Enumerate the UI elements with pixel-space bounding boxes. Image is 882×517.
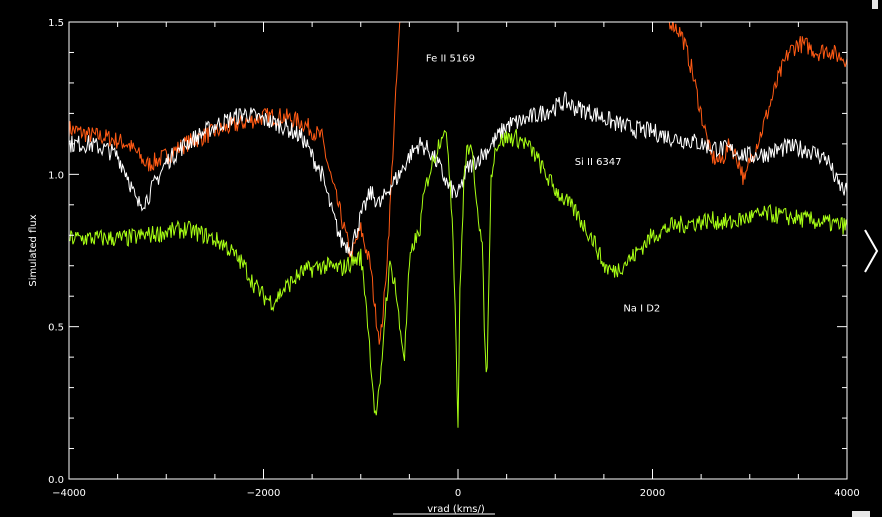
horizontal-scrollbar-thumb[interactable] (852, 511, 870, 517)
scrollbar-thumb[interactable] (872, 0, 878, 9)
spectral-line-chart: −4000 −2000 0 2000 4000 0.0 0.5 1.0 1.5 Simulate… (0, 0, 882, 517)
x-tick-label: −2000 (247, 488, 281, 499)
series-annotation-2: Na I D2 (623, 303, 660, 314)
series-annotation-1: Si II 6347 (575, 157, 622, 168)
chart-background (0, 0, 882, 517)
series-annotation-0: Fe II 5169 (426, 54, 475, 65)
x-tick-label: 0 (455, 488, 461, 499)
y-tick-label: 0.0 (48, 475, 64, 486)
next-arrow-icon[interactable] (862, 226, 880, 276)
x-tick-label: −4000 (52, 488, 86, 499)
x-tick-label: 4000 (834, 488, 859, 499)
y-tick-label: 1.5 (48, 18, 64, 29)
y-axis-label: Simulated flux (28, 214, 39, 286)
y-tick-label: 1.0 (48, 170, 64, 181)
x-axis-label: vrad (kms/) (427, 504, 485, 515)
x-tick-label: 2000 (640, 488, 665, 499)
y-tick-label: 0.5 (48, 323, 64, 334)
